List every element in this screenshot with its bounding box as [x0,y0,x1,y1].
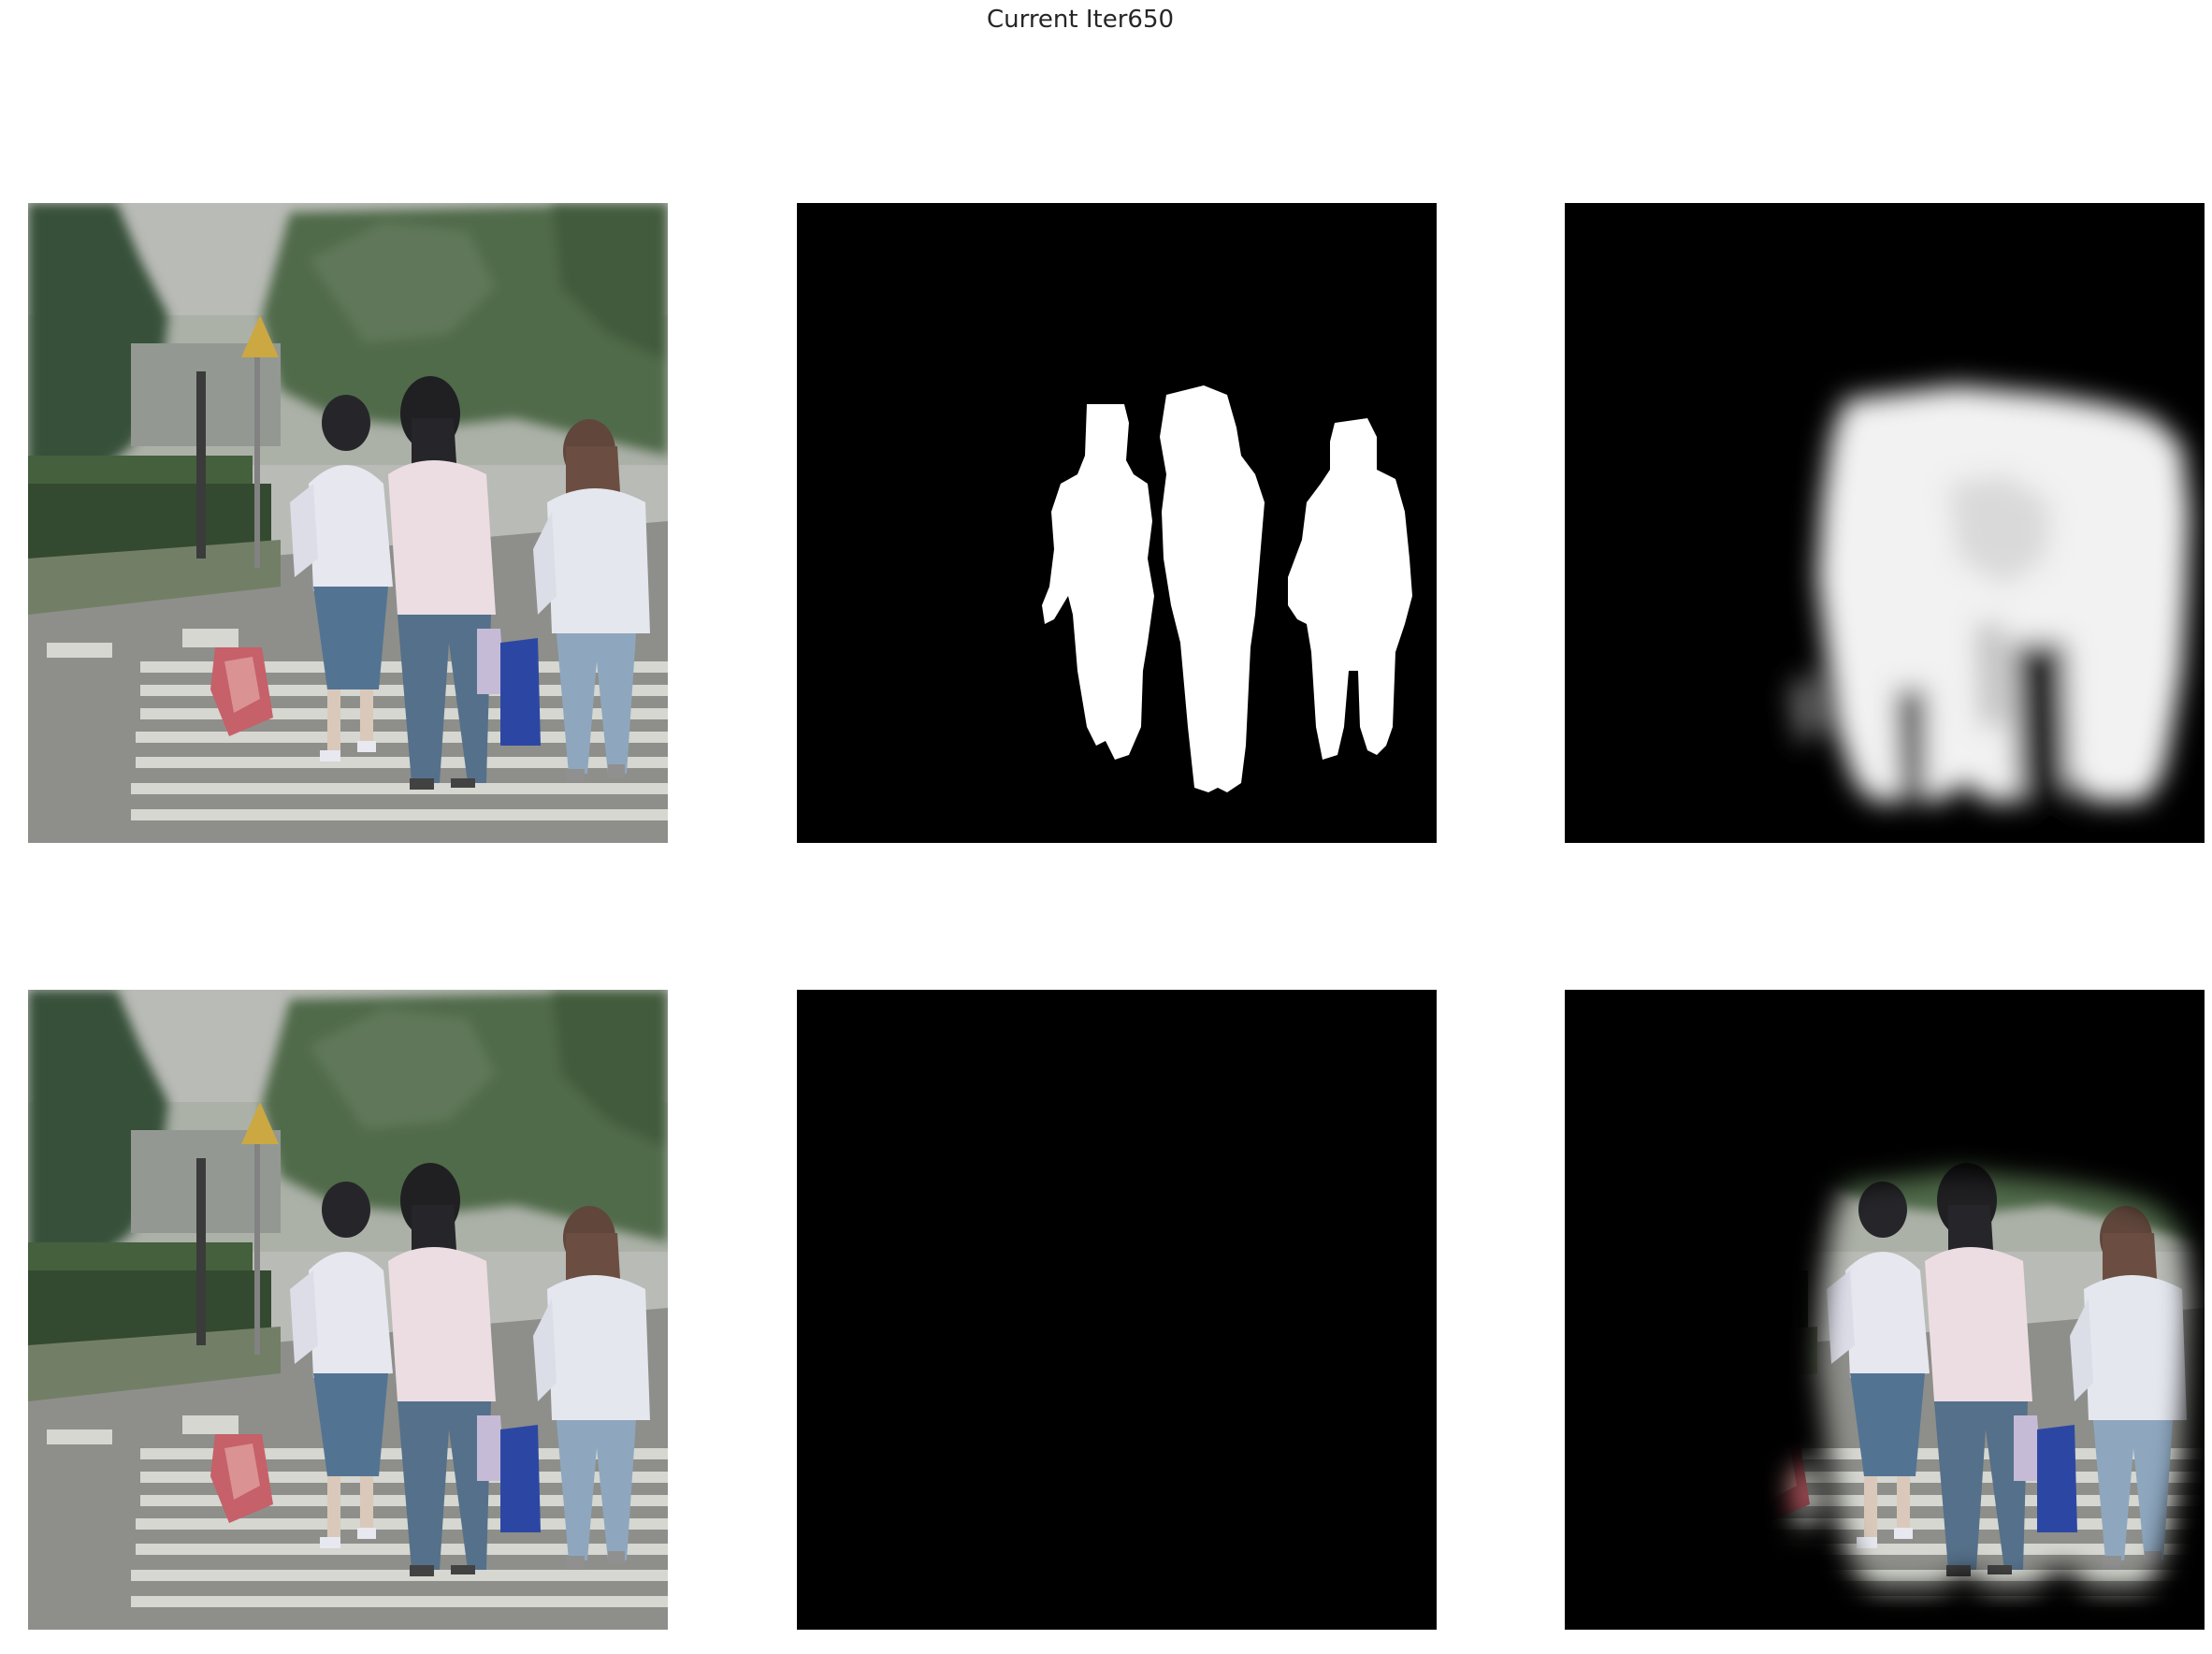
predicted-mask [1565,203,2205,843]
predicted-cutout [1565,990,2205,1630]
binary-mask [797,203,1437,843]
ground-truth-cutout [797,990,1437,1630]
soft-mask [1565,203,2205,843]
figure-title: Current Iter650 [986,6,1175,34]
predicted-blob [1789,385,2190,802]
soft-masked-photo [1565,990,2205,1630]
input-image [28,203,668,843]
soft-cutout-people [1565,990,2205,1630]
input-image-copy [28,990,668,1630]
ground-truth-mask [797,203,1437,843]
input-photo-copy [28,990,668,1630]
masked-photo [797,990,1437,1630]
input-photo [28,203,668,843]
